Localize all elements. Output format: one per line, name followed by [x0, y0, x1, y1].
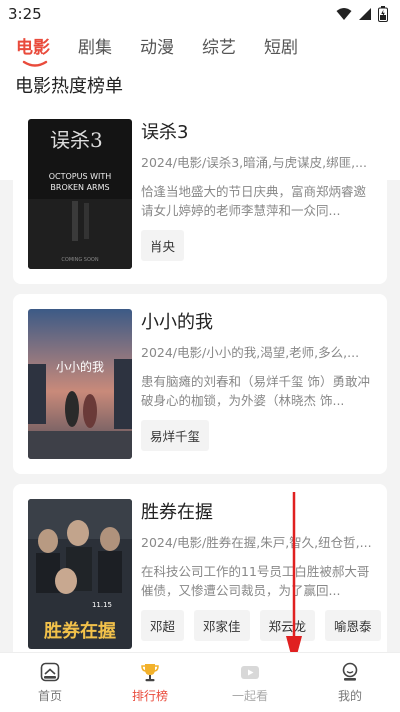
tab-anime[interactable]: 动漫	[140, 36, 202, 66]
movie-poster[interactable]: 小小的我	[28, 309, 132, 459]
trophy-icon	[141, 664, 159, 682]
battery-icon	[378, 6, 388, 22]
actor-list: 邓超 邓家佳 郑云龙 喻恩泰	[141, 610, 381, 641]
bottom-nav: 首页 排行榜 一起看 我的	[0, 652, 400, 712]
poster-date: 11.15	[92, 601, 112, 609]
tab-active-indicator	[22, 60, 48, 67]
tab-short-drama[interactable]: 短剧	[264, 36, 326, 66]
actor-tag[interactable]: 郑云龙	[259, 610, 316, 641]
movie-meta: 2024/电影/小小的我,渴望,老师,多么,...	[141, 345, 360, 360]
actor-list: 易烊千玺	[141, 420, 210, 451]
status-icons	[336, 6, 388, 22]
section-title: 电影热度榜单	[15, 76, 123, 97]
tab-label: 剧集	[78, 38, 112, 58]
poster-title: 小小的我	[56, 359, 104, 374]
movie-meta: 2024/电影/误杀3,暗涌,与虎谋皮,绑匪,...	[141, 155, 368, 170]
movie-title: 误杀3	[141, 122, 189, 143]
poster-subtitle: BROKEN ARMS	[50, 183, 109, 192]
nav-label: 我的	[337, 689, 362, 703]
movie-card[interactable]: 小小的我 小小的我 2024/电影/小小的我,渴望,老师,多么,... 患有脑瘫…	[13, 294, 387, 474]
nav-watch-together[interactable]: 一起看	[200, 653, 300, 712]
tab-label: 电影	[16, 38, 50, 58]
poster-title: 胜券在握	[44, 620, 116, 642]
movie-title: 胜券在握	[141, 502, 213, 523]
poster-title: 误杀3	[50, 128, 103, 152]
movie-poster[interactable]: 误杀3 OCTOPUS WITH BROKEN ARMS COMING SOON	[28, 119, 132, 269]
tab-variety[interactable]: 综艺	[202, 36, 264, 66]
movie-description: 在科技公司工作的11号员工白胜被郝大哥催债，又惨遭公司裁员，为了赢回...	[141, 564, 370, 598]
movie-description: 患有脑瘫的刘春和（易烊千玺 饰）勇敢冲破身心的枷锁，为外婆（林晓杰 饰...	[141, 374, 370, 408]
status-bar: 3:25	[0, 0, 400, 28]
category-tabs: 电影 剧集 动漫 综艺 短剧	[16, 36, 326, 67]
wifi-icon	[336, 8, 352, 20]
nav-label: 一起看	[231, 689, 268, 703]
movie-title: 小小的我	[141, 312, 213, 333]
movie-poster[interactable]: 11.15 胜券在握	[28, 499, 132, 649]
nav-ranking[interactable]: 排行榜	[100, 653, 200, 712]
tab-movie[interactable]: 电影	[16, 36, 78, 67]
profile-icon	[342, 662, 358, 681]
nav-home[interactable]: 首页	[0, 653, 100, 712]
tab-label: 综艺	[202, 38, 236, 58]
actor-list: 肖央	[141, 230, 185, 261]
actor-tag[interactable]: 邓超	[141, 610, 185, 641]
nav-label: 首页	[37, 689, 62, 703]
tab-series[interactable]: 剧集	[78, 36, 140, 66]
tab-label: 动漫	[140, 38, 174, 58]
nav-label: 排行榜	[131, 689, 168, 703]
poster-subtitle: OCTOPUS WITH	[49, 172, 112, 181]
actor-tag[interactable]: 肖央	[141, 230, 185, 261]
home-icon	[40, 662, 60, 682]
actor-tag[interactable]: 邓家佳	[194, 610, 250, 641]
movie-meta: 2024/电影/胜券在握,朱戸,智久,纽仓哲,...	[141, 535, 372, 550]
tab-label: 短剧	[264, 38, 298, 58]
signal-icon	[359, 8, 371, 20]
poster-tagline: COMING SOON	[61, 257, 98, 263]
actor-tag[interactable]: 易烊千玺	[141, 420, 210, 451]
movie-description: 恰逢当地盛大的节日庆典，富商郑炳睿邀请女儿婷婷的老师李慧萍和一众同...	[141, 184, 367, 218]
nav-profile[interactable]: 我的	[300, 653, 400, 712]
video-icon	[241, 666, 259, 679]
status-time: 3:25	[8, 5, 42, 23]
movie-card[interactable]: 误杀3 OCTOPUS WITH BROKEN ARMS COMING SOON…	[13, 104, 387, 284]
actor-tag[interactable]: 喻恩泰	[325, 610, 381, 641]
movie-card[interactable]: 11.15 胜券在握 胜券在握 2024/电影/胜券在握,朱戸,智久,纽仓哲,.…	[13, 484, 387, 664]
